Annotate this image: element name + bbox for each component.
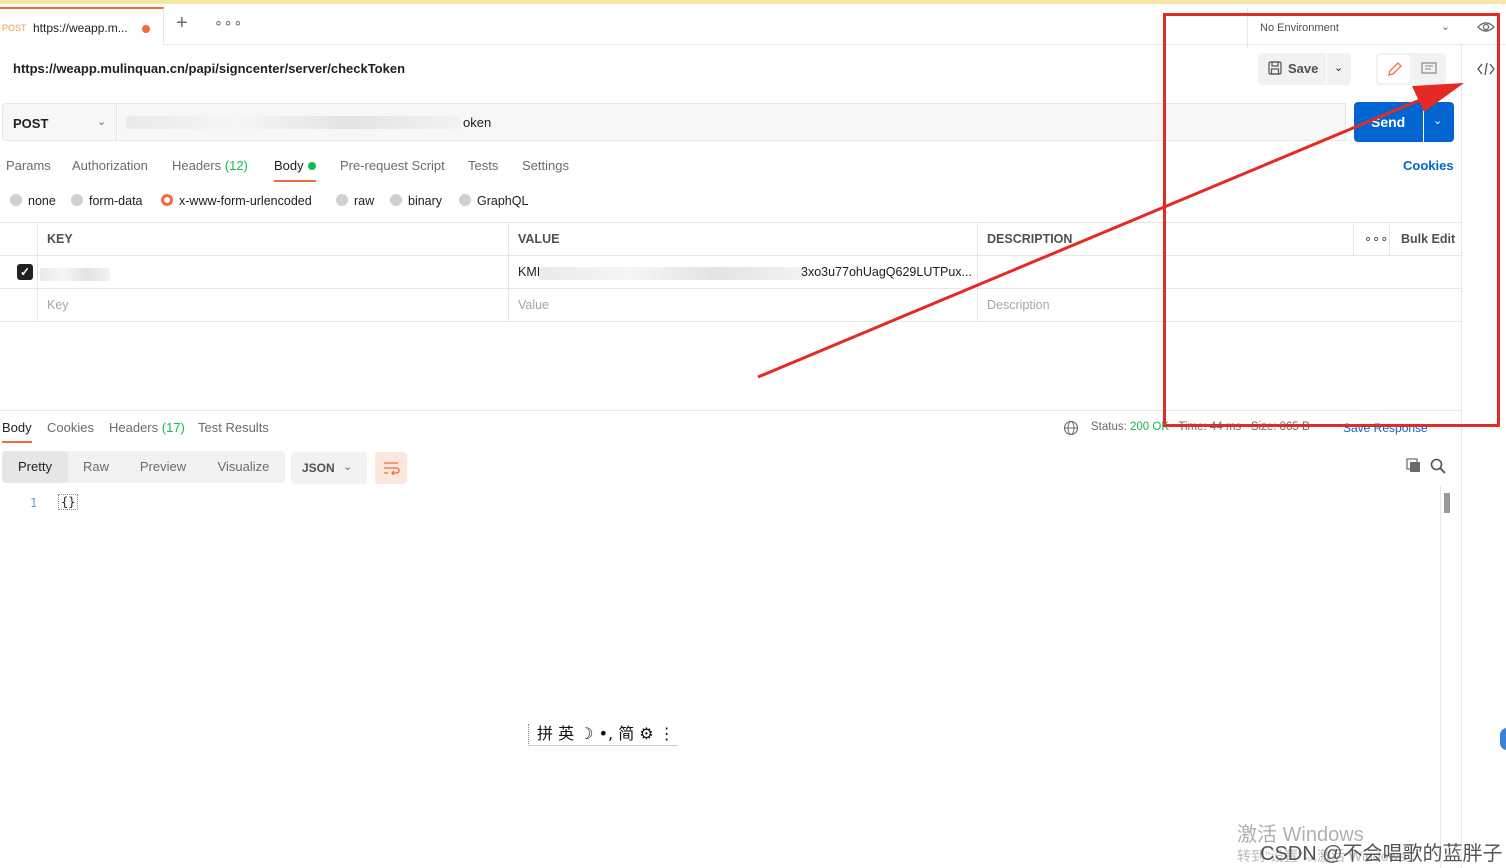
redacted-value — [539, 267, 805, 280]
radio-none[interactable]: none — [10, 194, 56, 208]
row-checkbox[interactable]: ✓ — [17, 264, 33, 280]
format-label: JSON — [302, 461, 335, 475]
radio-raw[interactable]: raw — [336, 194, 374, 208]
view-mode-group: Pretty Raw Preview Visualize — [2, 451, 285, 483]
url-visible-fragment: oken — [463, 115, 492, 130]
globe-icon[interactable] — [1063, 420, 1079, 436]
key-header: KEY — [47, 232, 73, 246]
response-tab-test-results[interactable]: Test Results — [198, 420, 269, 435]
view-preview[interactable]: Preview — [124, 451, 202, 483]
tab-body[interactable]: Body — [274, 158, 304, 173]
view-pretty[interactable]: Pretty — [2, 451, 68, 483]
tab-pre-request-script[interactable]: Pre-request Script — [340, 158, 445, 173]
tab-options-button[interactable]: ∘∘∘ — [214, 14, 243, 31]
active-tab-underline — [274, 180, 316, 182]
chevron-down-icon: ⌄ — [343, 461, 353, 473]
response-tab-body[interactable]: Body — [2, 420, 32, 435]
tab-settings[interactable]: Settings — [522, 158, 569, 173]
unsaved-dot — [142, 25, 150, 33]
value-header: VALUE — [518, 232, 560, 246]
new-tab-button[interactable]: + — [176, 12, 188, 35]
radio-binary[interactable]: binary — [390, 194, 442, 208]
annotation-box — [1163, 13, 1500, 427]
response-tab-cookies[interactable]: Cookies — [47, 420, 94, 435]
value-cell[interactable]: KMI 3xo3u77ohUagQ629LUTPux... — [509, 256, 978, 288]
chevron-down-icon: ⌄ — [97, 116, 107, 128]
radio-x-www-form-urlencoded[interactable]: x-www-form-urlencoded — [161, 194, 312, 208]
value-input[interactable]: Value — [509, 289, 978, 321]
request-tab[interactable]: POST https://weapp.m... — [0, 7, 164, 45]
response-tab-underline — [2, 441, 32, 443]
redacted-url — [126, 116, 461, 129]
view-visualize[interactable]: Visualize — [202, 451, 285, 483]
body-indicator-dot — [308, 162, 316, 170]
response-tab-headers[interactable]: Headers (17) — [109, 420, 185, 435]
scrollbar-thumb[interactable] — [1444, 493, 1450, 513]
radio-form-data[interactable]: form-data — [71, 194, 143, 208]
tab-tests[interactable]: Tests — [468, 158, 498, 173]
request-title: https://weapp.mulinquan.cn/papi/signcent… — [13, 61, 406, 76]
ime-toolbar[interactable]: 拼 英 ☽ •, 简 ⚙ ⋮ — [528, 724, 678, 746]
wrap-lines-button[interactable] — [375, 452, 407, 484]
key-cell[interactable] — [38, 256, 509, 288]
tab-authorization[interactable]: Authorization — [72, 158, 148, 173]
key-input[interactable]: Key — [38, 289, 509, 321]
description-header: DESCRIPTION — [987, 232, 1073, 246]
response-code[interactable]: {} — [58, 494, 79, 510]
method-label: POST — [13, 116, 49, 131]
request-tab-name: https://weapp.m... — [33, 21, 128, 35]
author-credit: CSDN @不会唱歌的蓝胖子 — [1260, 843, 1503, 865]
view-raw[interactable]: Raw — [68, 451, 124, 483]
tab-params[interactable]: Params — [6, 158, 51, 173]
redacted-key — [40, 268, 110, 281]
floating-edge-button[interactable] — [1500, 728, 1506, 750]
scrollbar-track — [1440, 486, 1441, 868]
tab-headers[interactable]: Headers (12) — [172, 158, 248, 173]
url-input[interactable]: oken — [118, 103, 1346, 141]
format-select[interactable]: JSON ⌄ — [291, 452, 367, 484]
wrap-icon — [384, 462, 400, 476]
line-number: 1 — [30, 496, 38, 510]
search-icon[interactable] — [1430, 458, 1446, 474]
copy-icon[interactable] — [1406, 458, 1422, 474]
radio-graphql[interactable]: GraphQL — [459, 194, 528, 208]
method-select[interactable]: POST ⌄ — [2, 103, 117, 141]
request-tab-method: POST — [2, 23, 27, 33]
